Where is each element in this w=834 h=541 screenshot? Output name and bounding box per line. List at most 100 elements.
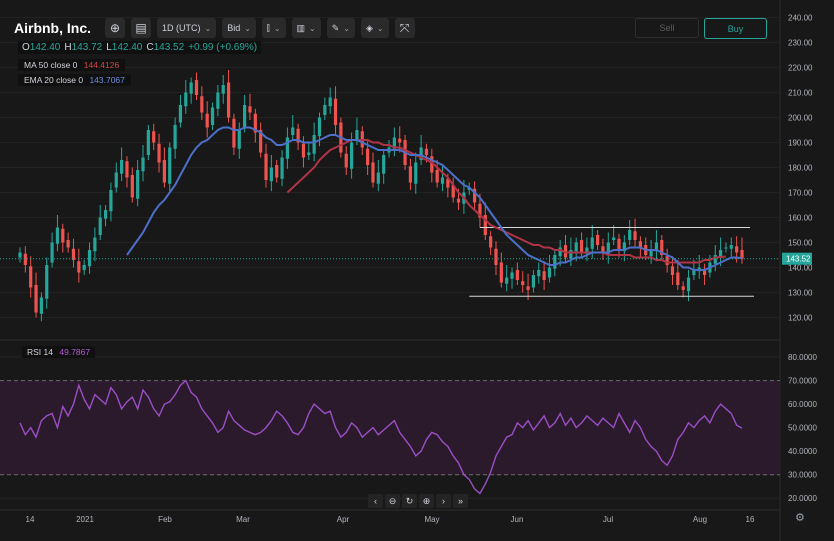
chevron-down-icon: ⌄ — [244, 23, 251, 33]
rsi-legend[interactable]: RSI 14 49.7867 — [22, 346, 96, 358]
candle-body — [221, 85, 225, 94]
scroll-left-icon[interactable]: ‹ — [368, 494, 383, 508]
candle-body — [18, 252, 22, 258]
candle-body — [323, 105, 327, 115]
price-tick-label: 160.00 — [788, 214, 813, 223]
candle-body — [333, 98, 338, 125]
drawing-select[interactable]: ✎ ⌄ — [326, 18, 355, 38]
candle-body — [547, 267, 552, 278]
candle-body — [355, 130, 359, 140]
candle-body — [168, 147, 172, 184]
candle-body — [376, 172, 380, 184]
candle-body — [408, 166, 413, 183]
ema-legend[interactable]: EMA 20 close 0 143.7067 — [18, 74, 131, 86]
candle-body — [440, 177, 445, 184]
candle-body — [301, 143, 306, 158]
price-source-label: Bid — [227, 23, 241, 33]
candle-body — [55, 227, 60, 244]
candle-body — [414, 162, 418, 184]
scroll-right-icon[interactable]: › — [436, 494, 451, 508]
indicators-select[interactable]: ▥ ⌄ — [291, 18, 321, 38]
open-label: O — [22, 42, 30, 53]
candle-body — [136, 170, 140, 199]
candle-body — [681, 286, 685, 290]
candle-body — [595, 235, 600, 245]
candle-body — [617, 238, 621, 250]
time-tick-label: 14 — [26, 515, 35, 524]
candle-body — [269, 167, 273, 182]
rsi-tick-label: 40.0000 — [788, 447, 817, 456]
chevron-down-icon: ⌄ — [343, 23, 350, 33]
keyboard-icon[interactable]: ▤ — [131, 18, 151, 38]
zoom-in-icon[interactable]: ⊕ — [419, 494, 434, 508]
time-tick-label: May — [424, 515, 439, 524]
chevron-down-icon: ⌄ — [273, 23, 281, 33]
candle-body — [317, 117, 322, 137]
candle-body — [114, 172, 118, 188]
time-tick-label: Feb — [158, 515, 172, 524]
candle-body — [633, 231, 637, 240]
sell-button[interactable]: Sell — [635, 18, 699, 38]
buy-button[interactable]: Buy — [704, 18, 767, 39]
layers-select[interactable]: ◈ ⌄ — [360, 18, 389, 38]
candle-body — [494, 248, 498, 265]
candle-body — [505, 277, 509, 284]
candle-body — [456, 198, 461, 203]
fullscreen-icon[interactable]: ⤧ — [394, 18, 415, 38]
candles-icon: ⫿ — [266, 22, 270, 33]
price-tick-label: 220.00 — [788, 64, 813, 73]
candle-body — [23, 253, 27, 265]
price-tick-label: 240.00 — [788, 14, 813, 23]
candle-body — [173, 125, 177, 149]
candle-body — [39, 297, 43, 314]
ema-value: 143.7067 — [89, 75, 125, 85]
candle-body — [558, 247, 562, 257]
ma-legend[interactable]: MA 50 close 0 144.4126 — [18, 59, 126, 71]
reset-icon[interactable]: ↻ — [402, 494, 417, 508]
candle-body — [735, 246, 739, 253]
candle-body — [553, 255, 557, 269]
drawing-icon: ✎ — [331, 22, 340, 33]
last-price-label: 143.52 — [786, 255, 811, 264]
low-value: 142.40 — [111, 42, 143, 53]
settings-gear-icon[interactable]: ⚙ — [795, 511, 805, 524]
candle-body — [103, 210, 108, 219]
symbol-title[interactable]: Airbnb, Inc. — [14, 20, 91, 36]
toolbar: Airbnb, Inc. ⊕ ▤ 1D (UTC) ⌄ Bid ⌄ ⫿ ⌄ ▥ ⌄ ✎ ⌄… — [14, 15, 421, 41]
candle-body — [162, 160, 167, 183]
candle-body — [178, 105, 183, 123]
candle-body — [157, 143, 161, 163]
candle-body — [29, 266, 33, 288]
time-tick-label: Apr — [337, 515, 350, 524]
plus-circle-icon[interactable]: ⊕ — [105, 18, 125, 38]
candle-body — [146, 130, 150, 155]
price-source-select[interactable]: Bid ⌄ — [222, 18, 256, 38]
candle-body — [510, 272, 514, 279]
candle-body — [189, 82, 193, 94]
candle-body — [34, 285, 38, 313]
price-tick-label: 190.00 — [788, 139, 813, 148]
candle-body — [686, 277, 691, 292]
candle-body — [398, 138, 402, 143]
scroll-to-end-icon[interactable]: » — [453, 494, 468, 508]
candle-body — [724, 247, 728, 249]
candle-body — [665, 256, 669, 265]
time-tick-label: Jun — [511, 515, 524, 524]
price-tick-label: 130.00 — [788, 289, 813, 298]
candle-body — [87, 250, 92, 267]
price-tick-label: 150.00 — [788, 239, 813, 248]
candle-body — [152, 131, 156, 143]
ohlc-legend: O142.40 H143.72 L142.40 C143.52 +0.99 (+… — [18, 41, 262, 54]
candle-body — [612, 237, 616, 240]
candle-body — [328, 97, 332, 107]
change-value: +0.99 (+0.69%) — [188, 42, 258, 53]
candle-body — [93, 237, 97, 252]
interval-select[interactable]: 1D (UTC) ⌄ — [157, 18, 217, 38]
chevron-down-icon: ⌄ — [376, 23, 384, 33]
price-tick-label: 230.00 — [788, 39, 813, 48]
candle-body — [670, 266, 675, 275]
candles-type-select[interactable]: ⫿ ⌄ — [261, 18, 286, 38]
candle-body — [371, 162, 375, 183]
candle-body — [98, 217, 102, 235]
zoom-out-icon[interactable]: ⊖ — [385, 494, 400, 508]
